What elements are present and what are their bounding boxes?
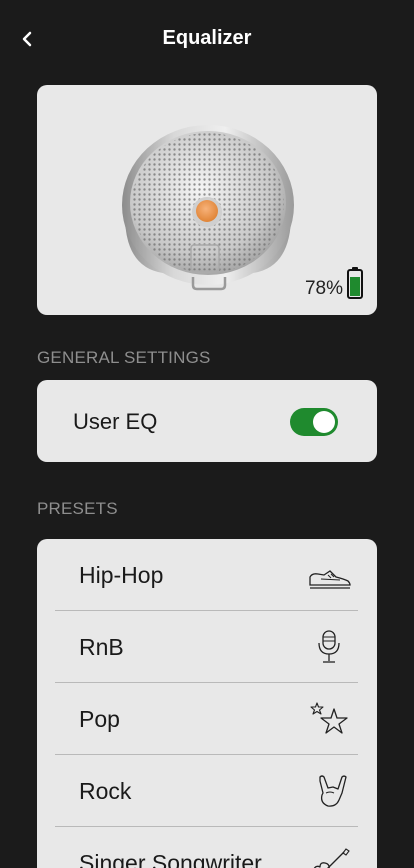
user-eq-toggle[interactable] — [290, 408, 338, 436]
toggle-knob — [313, 411, 335, 433]
microphone-icon — [318, 630, 340, 663]
stars-icon — [310, 702, 348, 734]
general-settings-heading: GENERAL SETTINGS — [37, 348, 211, 367]
device-card: 78% — [37, 85, 377, 315]
page-title: Equalizer — [162, 27, 252, 49]
preset-label: Pop — [79, 706, 120, 732]
preset-label: RnB — [79, 634, 124, 660]
user-eq-card: User EQ — [37, 380, 377, 462]
presets-list: Hip-Hop RnB Pop Rock Singer Songwriter — [37, 539, 377, 868]
battery-percent: 78% — [304, 278, 343, 299]
presets-heading: PRESETS — [37, 499, 118, 518]
preset-item-hip-hop[interactable]: Hip-Hop — [55, 539, 358, 611]
battery-status: 78% — [305, 267, 363, 299]
user-eq-label: User EQ — [73, 409, 158, 434]
preset-label: Hip-Hop — [79, 562, 164, 588]
preset-item-pop[interactable]: Pop — [55, 683, 358, 755]
preset-item-singer-songwriter[interactable]: Singer Songwriter — [55, 827, 358, 868]
preset-item-rock[interactable]: Rock — [55, 755, 358, 827]
header-bar: Equalizer — [0, 0, 414, 78]
guitar-icon — [313, 848, 350, 868]
preset-item-rnb[interactable]: RnB — [55, 611, 358, 683]
rock-hand-icon — [319, 775, 347, 807]
preset-label: Rock — [79, 778, 132, 804]
sneaker-icon — [309, 570, 351, 589]
preset-label: Singer Songwriter — [79, 850, 262, 868]
battery-icon — [347, 267, 363, 299]
speaker-image — [122, 125, 294, 291]
